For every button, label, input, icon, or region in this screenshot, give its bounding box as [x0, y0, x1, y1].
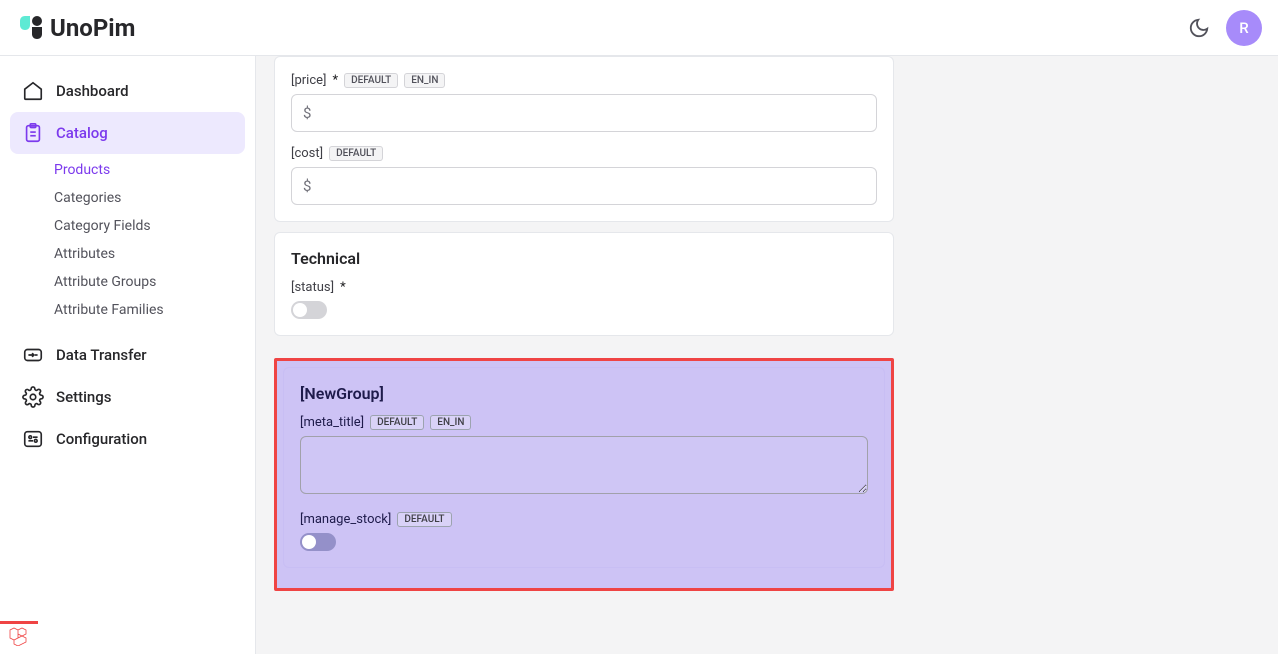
config-icon	[22, 428, 44, 450]
meta-title-label: [meta_title]	[300, 415, 364, 430]
newgroup-title: [NewGroup]	[300, 384, 868, 403]
submenu-attribute-groups[interactable]: Attribute Groups	[54, 268, 245, 296]
status-field: [status] *	[291, 280, 877, 319]
scope-badge: DEFAULT	[370, 415, 424, 430]
pricing-card: [price] * DEFAULT EN_IN $ [cost] DEFAULT…	[274, 56, 894, 222]
sidebar-item-dashboard[interactable]: Dashboard	[10, 70, 245, 112]
sidebar-item-label: Data Transfer	[56, 346, 147, 364]
required-mark: *	[340, 280, 346, 295]
brand-icon	[16, 13, 46, 43]
home-icon	[22, 80, 44, 102]
highlighted-section: [NewGroup] [meta_title] DEFAULT EN_IN [m…	[274, 358, 894, 591]
theme-toggle-icon[interactable]	[1188, 17, 1210, 39]
laravel-icon[interactable]	[6, 624, 30, 648]
submenu-categories[interactable]: Categories	[54, 184, 245, 212]
top-header: UnoPim R	[0, 0, 1278, 56]
submenu-attribute-families[interactable]: Attribute Families	[54, 296, 245, 324]
cost-input[interactable]	[291, 167, 877, 205]
sidebar-item-data-transfer[interactable]: Data Transfer	[10, 334, 245, 376]
sidebar-item-label: Settings	[56, 388, 112, 406]
catalog-submenu: Products Categories Category Fields Attr…	[10, 156, 245, 324]
sidebar-item-label: Dashboard	[56, 82, 129, 100]
scope-badge: DEFAULT	[397, 512, 451, 527]
brand-logo[interactable]: UnoPim	[16, 13, 135, 43]
meta-title-field: [meta_title] DEFAULT EN_IN	[300, 415, 868, 498]
meta-title-input[interactable]	[300, 436, 868, 494]
cost-field: [cost] DEFAULT $	[291, 146, 877, 205]
scope-badge: DEFAULT	[329, 146, 383, 161]
technical-title: Technical	[291, 249, 877, 268]
status-toggle[interactable]	[291, 301, 327, 319]
sidebar-item-label: Configuration	[56, 430, 147, 448]
currency-symbol: $	[303, 104, 311, 122]
scope-badge: DEFAULT	[344, 73, 398, 88]
status-label: [status]	[291, 280, 334, 295]
header-actions: R	[1188, 10, 1262, 46]
technical-card: Technical [status] *	[274, 232, 894, 336]
price-label: [price]	[291, 73, 326, 88]
clipboard-icon	[22, 122, 44, 144]
sidebar-item-configuration[interactable]: Configuration	[10, 418, 245, 460]
user-avatar[interactable]: R	[1226, 10, 1262, 46]
sidebar-item-settings[interactable]: Settings	[10, 376, 245, 418]
required-mark: *	[332, 73, 338, 88]
manage-stock-toggle[interactable]	[300, 533, 336, 551]
brand-text: UnoPim	[50, 14, 135, 42]
transfer-icon	[22, 344, 44, 366]
locale-badge: EN_IN	[404, 73, 445, 88]
avatar-initial: R	[1239, 19, 1248, 37]
sidebar-nav: Dashboard Catalog Products Categories Ca…	[0, 56, 256, 654]
sidebar-item-label: Catalog	[56, 124, 108, 142]
manage-stock-label: [manage_stock]	[300, 512, 391, 527]
sidebar-item-catalog[interactable]: Catalog	[10, 112, 245, 154]
main-content: [price] * DEFAULT EN_IN $ [cost] DEFAULT…	[256, 56, 1278, 654]
price-input[interactable]	[291, 94, 877, 132]
price-field: [price] * DEFAULT EN_IN $	[291, 73, 877, 132]
submenu-category-fields[interactable]: Category Fields	[54, 212, 245, 240]
gear-icon	[22, 386, 44, 408]
manage-stock-field: [manage_stock] DEFAULT	[300, 512, 868, 551]
submenu-attributes[interactable]: Attributes	[54, 240, 245, 268]
locale-badge: EN_IN	[430, 415, 471, 430]
submenu-products[interactable]: Products	[54, 156, 245, 184]
currency-symbol: $	[303, 177, 311, 195]
cost-label: [cost]	[291, 146, 323, 161]
newgroup-card: [NewGroup] [meta_title] DEFAULT EN_IN [m…	[283, 367, 885, 568]
